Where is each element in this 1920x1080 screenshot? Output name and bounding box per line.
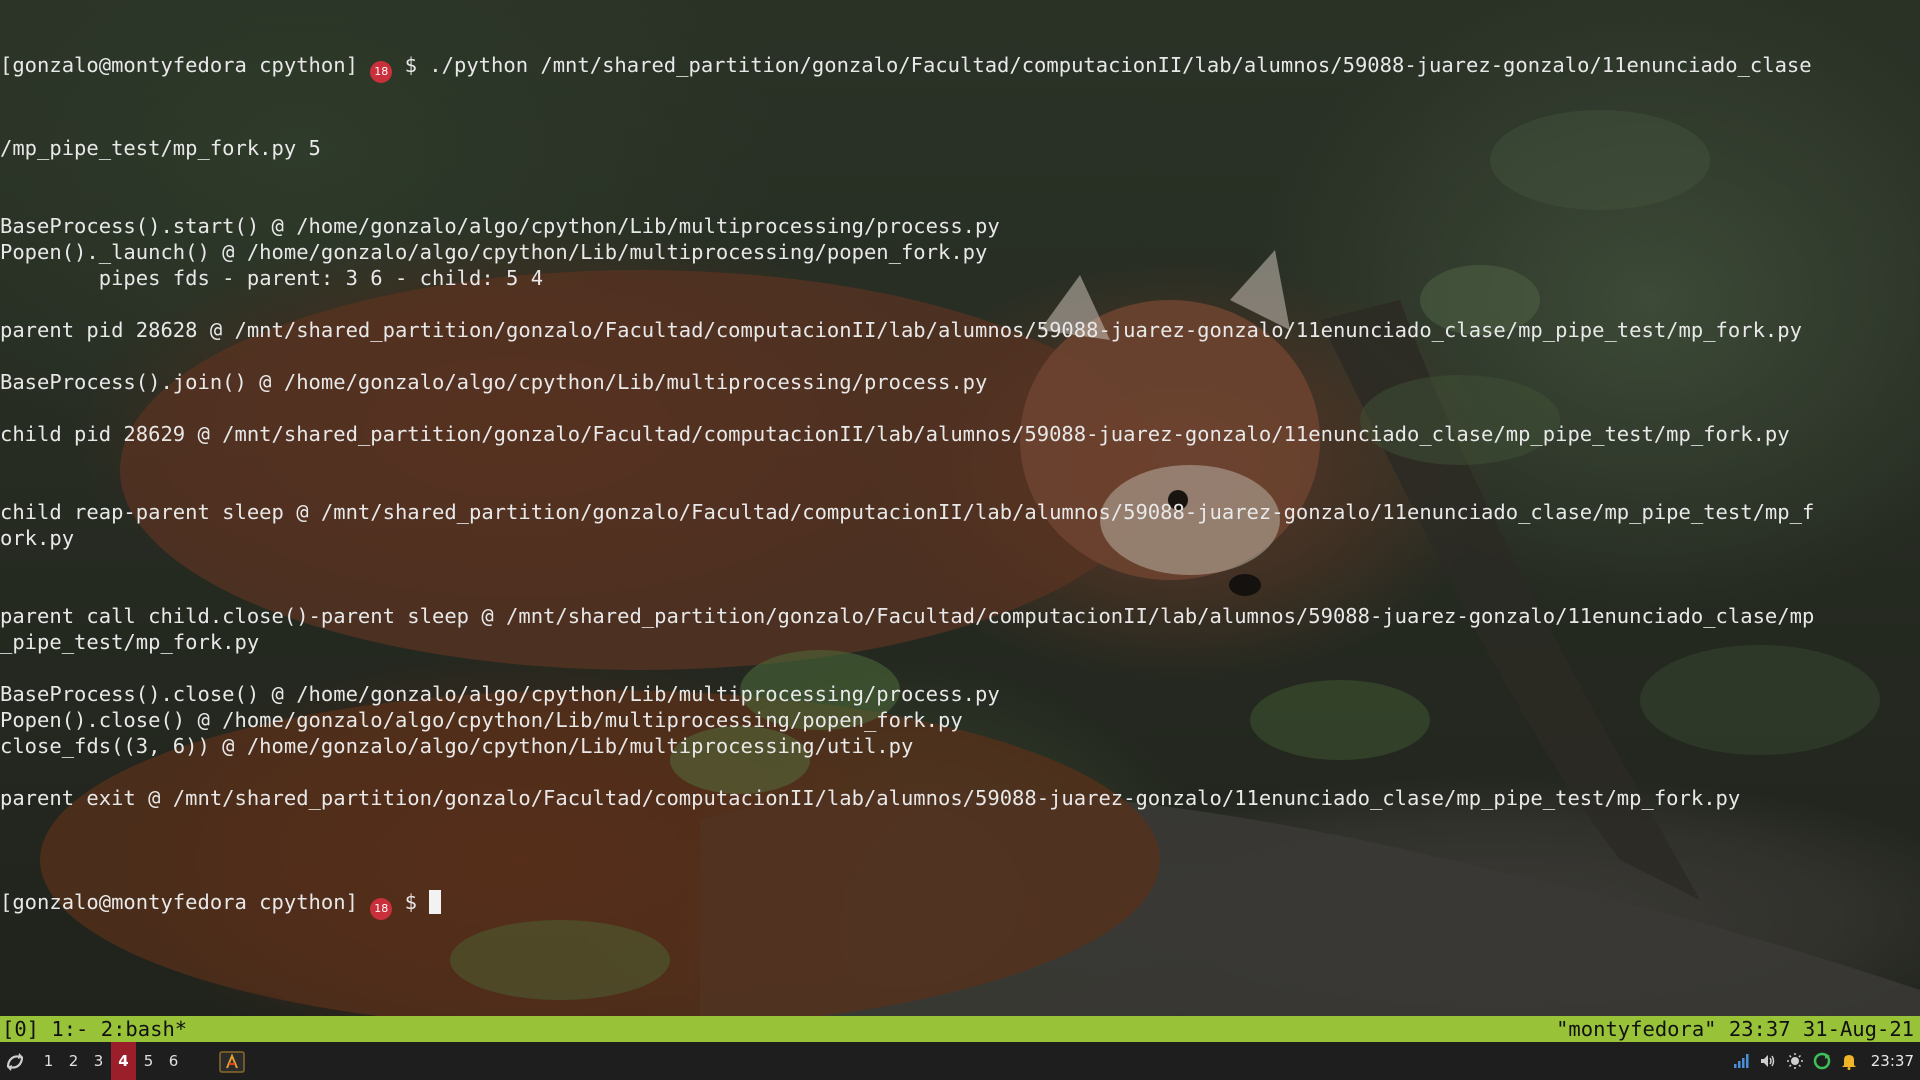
prompt-badge: 18 xyxy=(370,61,393,83)
notification-bell-icon[interactable] xyxy=(1840,1052,1858,1070)
taskbar: 123456 23:37 xyxy=(0,1042,1920,1080)
terminal-output-line xyxy=(0,811,1920,837)
prompt-badge: 18 xyxy=(370,898,393,920)
terminal-output-line: pipes fds - parent: 3 6 - child: 5 4 xyxy=(0,266,544,290)
active-prompt-line[interactable]: [gonzalo@montyfedora cpython] 18 $ xyxy=(0,889,1920,920)
prompt-symbol: $ xyxy=(404,53,417,77)
terminal-output-line xyxy=(0,577,1920,603)
tmux-window-list[interactable]: [0] 1:- 2:bash* xyxy=(2,1016,187,1042)
terminal-output-line: Popen().close() @ /home/gonzalo/algo/cpy… xyxy=(0,708,963,732)
workspace-button-6[interactable]: 6 xyxy=(161,1042,186,1080)
terminal-app-icon[interactable] xyxy=(219,1051,245,1073)
workspace-button-5[interactable]: 5 xyxy=(136,1042,161,1080)
terminal-output-line: parent pid 28628 @ /mnt/shared_partition… xyxy=(0,318,1802,342)
brightness-icon[interactable] xyxy=(1786,1052,1804,1070)
terminal-output-line: parent exit @ /mnt/shared_partition/gonz… xyxy=(0,786,1741,810)
taskbar-clock[interactable]: 23:37 xyxy=(1871,1052,1914,1070)
command-line-1: [gonzalo@montyfedora cpython] 18 $ ./pyt… xyxy=(0,52,1920,83)
terminal-output-line: Popen()._launch() @ /home/gonzalo/algo/c… xyxy=(0,240,988,264)
terminal-output-line xyxy=(0,655,1920,681)
output-lines: BaseProcess().start() @ /home/gonzalo/al… xyxy=(0,213,1920,837)
terminal-output[interactable]: [gonzalo@montyfedora cpython] 18 $ ./pyt… xyxy=(0,0,1920,1016)
terminal-output-line xyxy=(0,343,1920,369)
command-line-2: /mp_pipe_test/mp_fork.py 5 xyxy=(0,136,321,160)
workspace-button-2[interactable]: 2 xyxy=(61,1042,86,1080)
tmux-host-clock: "montyfedora" 23:37 31-Aug-21 xyxy=(1556,1017,1914,1041)
terminal-output-line xyxy=(0,395,1920,421)
workspace-button-3[interactable]: 3 xyxy=(86,1042,111,1080)
text-cursor xyxy=(429,890,442,914)
network-signal-icon[interactable] xyxy=(1732,1052,1750,1070)
terminal-output-line: close_fds((3, 6)) @ /home/gonzalo/algo/c… xyxy=(0,734,914,758)
system-tray: 23:37 xyxy=(1732,1042,1914,1080)
terminal-output-line: BaseProcess().start() @ /home/gonzalo/al… xyxy=(0,214,1000,238)
terminal-output-line xyxy=(0,551,1920,577)
terminal-output-line: _pipe_test/mp_fork.py xyxy=(0,630,260,654)
terminal-output-line: BaseProcess().join() @ /home/gonzalo/alg… xyxy=(0,370,988,394)
workspace-button-1[interactable]: 1 xyxy=(36,1042,61,1080)
terminal-output-line: child pid 28629 @ /mnt/shared_partition/… xyxy=(0,422,1790,446)
workspace-switcher: 123456 xyxy=(36,1042,186,1080)
update-icon[interactable] xyxy=(1813,1052,1831,1070)
tmux-status-bar: [0] 1:- 2:bash* "montyfedora" 23:37 31-A… xyxy=(0,1016,1920,1042)
terminal-output-line xyxy=(0,291,1920,317)
terminal-output-line: child reap-parent sleep @ /mnt/shared_pa… xyxy=(0,500,1815,524)
volume-icon[interactable] xyxy=(1759,1052,1777,1070)
prompt-symbol: $ xyxy=(404,890,417,914)
terminal-output-line: parent call child.close()-parent sleep @… xyxy=(0,604,1815,628)
terminal-output-line xyxy=(0,447,1920,473)
terminal-output-line xyxy=(0,473,1920,499)
app-menu-icon[interactable] xyxy=(4,1051,26,1073)
command-text: ./python /mnt/shared_partition/gonzalo/F… xyxy=(429,53,1812,77)
terminal-output-line: ork.py xyxy=(0,526,75,550)
terminal-output-line: BaseProcess().close() @ /home/gonzalo/al… xyxy=(0,682,1000,706)
prompt-prefix: [gonzalo@montyfedora cpython] xyxy=(0,890,358,914)
terminal-output-line xyxy=(0,759,1920,785)
workspace-button-4[interactable]: 4 xyxy=(111,1042,136,1080)
prompt-prefix: [gonzalo@montyfedora cpython] xyxy=(0,53,358,77)
